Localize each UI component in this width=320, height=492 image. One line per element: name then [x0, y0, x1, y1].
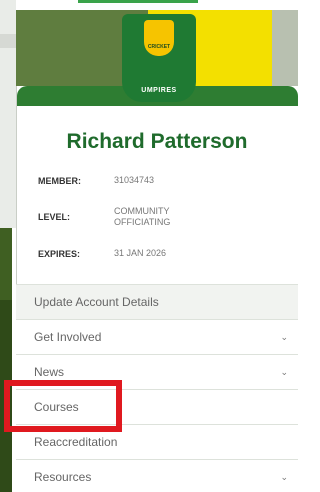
chevron-down-icon: ⌄	[280, 366, 288, 377]
menu-item-get-involved[interactable]: Get Involved ⌄	[16, 319, 298, 354]
level-value-line1: COMMUNITY	[114, 206, 170, 216]
expires-value: 31 JAN 2026	[114, 248, 167, 258]
top-accent-line	[78, 0, 198, 3]
cricket-badge-icon: CRICKET	[144, 20, 174, 56]
menu-item-resources[interactable]: Resources ⌄	[16, 459, 298, 492]
cricket-umpires-logo: CRICKET UMPIRES	[122, 14, 196, 102]
menu-item-label: Get Involved	[34, 330, 102, 344]
expires-label: EXPIRES:	[38, 248, 81, 259]
member-label: MEMBER:	[38, 175, 81, 186]
courses-highlight-box	[4, 380, 122, 432]
chevron-down-icon: ⌄	[280, 471, 288, 482]
level-label: LEVEL:	[38, 212, 71, 222]
chevron-down-icon: ⌄	[280, 331, 288, 342]
menu-item-update-account[interactable]: Update Account Details	[16, 284, 298, 319]
expires-row: EXPIRES: 31 JAN 2026	[38, 248, 278, 259]
menu-item-label: Reaccreditation	[34, 435, 118, 449]
logo-sub: UMPIRES	[141, 87, 177, 94]
logo-brand: CRICKET	[147, 44, 171, 50]
background-band	[0, 34, 16, 48]
level-value-line2: OFFICIATING	[114, 217, 171, 227]
menu-item-label: Update Account Details	[34, 295, 159, 309]
menu-item-label: News	[34, 365, 65, 379]
level-value: COMMUNITY OFFICIATING	[114, 206, 170, 228]
profile-name: Richard Patterson	[66, 130, 248, 153]
hero-grey-panel	[272, 10, 298, 90]
menu-item-label: Resources	[34, 470, 92, 484]
member-value: 31034743	[114, 175, 155, 185]
member-row: MEMBER: 31034743	[38, 175, 278, 186]
level-row: LEVEL: COMMUNITY OFFICIATING	[38, 206, 278, 228]
